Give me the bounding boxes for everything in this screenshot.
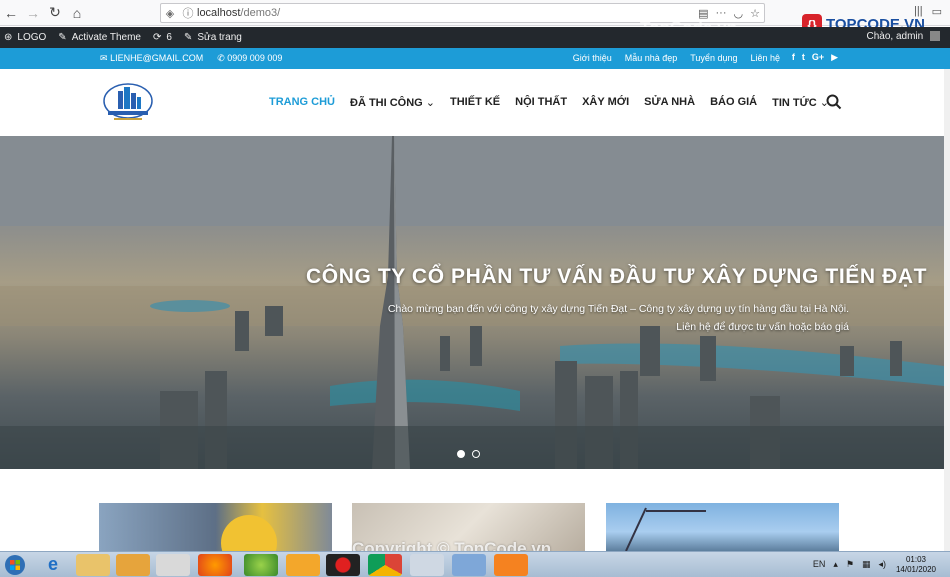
menu-home[interactable]: TRANG CHỦ bbox=[269, 96, 335, 109]
start-button[interactable] bbox=[2, 554, 28, 576]
main-menu: TRANG CHỦ ĐÃ THI CÔNG ⌄ THIẾT KẾ NỘI THẤ… bbox=[269, 96, 829, 109]
card-1-image bbox=[221, 515, 277, 551]
network-icon[interactable]: ▦ bbox=[862, 559, 871, 570]
system-tray: EN ▴ ⚑ ▦ ◂) bbox=[813, 559, 886, 570]
xampp-icon[interactable] bbox=[494, 554, 528, 576]
back-icon[interactable]: ← bbox=[0, 2, 22, 24]
snipping-icon[interactable] bbox=[156, 554, 190, 576]
menu-new-build[interactable]: XÂY MỚI bbox=[582, 96, 629, 109]
slider-dots bbox=[457, 450, 480, 458]
remote-desktop-icon[interactable] bbox=[452, 554, 486, 576]
social-links: f t G+ ▶ bbox=[792, 52, 838, 63]
pencil-icon: ✎ bbox=[183, 32, 193, 43]
ie-icon[interactable]: e bbox=[36, 554, 70, 576]
edit-page-item[interactable]: ✎ Sửa trang bbox=[184, 32, 242, 43]
site-header: TRANG CHỦ ĐÃ THI CÔNG ⌄ THIẾT KẾ NỘI THẤ… bbox=[0, 69, 950, 136]
flag-icon[interactable]: ⚑ bbox=[846, 559, 854, 570]
menu-interior[interactable]: NỘI THẤT bbox=[515, 96, 567, 109]
sublime-icon[interactable] bbox=[286, 554, 320, 576]
phone-icon: ✆ bbox=[217, 53, 225, 63]
brush-icon: ✎ bbox=[58, 32, 67, 43]
url-path: /demo3/ bbox=[240, 7, 281, 19]
menu-pricing[interactable]: BÁO GIÁ bbox=[710, 96, 757, 109]
menu-built[interactable]: ĐÃ THI CÔNG ⌄ bbox=[350, 96, 435, 109]
app-green-icon[interactable] bbox=[244, 554, 278, 576]
activate-theme-label: Activate Theme bbox=[71, 32, 141, 43]
toplink-houses[interactable]: Mẫu nhà đẹp bbox=[625, 53, 678, 63]
updates-count: 6 bbox=[166, 32, 172, 43]
email-link[interactable]: ✉ LIENHE@GMAIL.COM bbox=[100, 53, 203, 64]
shield-icon: ◈ bbox=[165, 7, 175, 20]
taskbar: e EN ▴ ⚑ ▦ ◂) 01:03 14/01/2020 bbox=[0, 551, 950, 577]
activate-theme-item[interactable]: ✎ Activate Theme bbox=[58, 32, 141, 43]
email-text: LIENHE@GMAIL.COM bbox=[110, 53, 204, 63]
wp-logo-item[interactable]: ⊛ LOGO bbox=[4, 32, 46, 43]
slider-dot-1[interactable] bbox=[457, 450, 465, 458]
menu-built-label: ĐÃ THI CÔNG bbox=[350, 97, 423, 109]
forward-icon[interactable]: → bbox=[22, 2, 44, 24]
clock-date: 14/01/2020 bbox=[895, 565, 936, 574]
edit-page-label: Sửa trang bbox=[197, 32, 242, 43]
hero-title: CÔNG TY CỔ PHẦN TƯ VẤN ĐẦU TƯ XÂY DỰNG T… bbox=[306, 265, 928, 288]
wp-admin-bar: ⊛ LOGO ✎ Activate Theme ⟳ 6 ✎ Sửa trang … bbox=[0, 27, 950, 48]
updates-icon: ⟳ bbox=[152, 32, 162, 43]
url-host: localhost bbox=[197, 7, 241, 19]
facebook-icon[interactable]: f bbox=[792, 52, 795, 63]
info-icon: ⓘ bbox=[182, 8, 194, 20]
card-1[interactable] bbox=[99, 503, 332, 551]
menu-news[interactable]: TIN TỨC ⌄ bbox=[772, 96, 829, 109]
wp-account[interactable]: Chào, admin bbox=[867, 31, 940, 42]
avatar bbox=[930, 31, 940, 42]
volume-icon[interactable]: ◂) bbox=[878, 559, 886, 570]
toplink-about[interactable]: Giới thiệu bbox=[573, 53, 612, 63]
youtube-icon[interactable]: ▶ bbox=[831, 52, 838, 63]
card-3[interactable] bbox=[606, 503, 839, 551]
home-icon[interactable]: ⌂ bbox=[66, 2, 88, 24]
menu-renovation[interactable]: SỬA NHÀ bbox=[644, 96, 695, 109]
chrome-icon[interactable] bbox=[368, 554, 402, 576]
hero-subtitle: Chào mừng bạn đến với công ty xây dựng T… bbox=[388, 300, 849, 336]
app-icon[interactable] bbox=[410, 554, 444, 576]
recorder-icon[interactable] bbox=[326, 554, 360, 576]
hero-subtitle-line2: Liên hệ để được tư vấn hoặc báo giá bbox=[676, 321, 849, 333]
clock-time: 01:03 bbox=[905, 555, 926, 564]
site-logo[interactable] bbox=[102, 81, 154, 125]
bookmark-star-icon[interactable]: ☆ bbox=[750, 7, 760, 20]
hero-subtitle-line1: Chào mừng bạn đến với công ty xây dựng T… bbox=[387, 303, 849, 315]
wordpress-icon: ⊛ bbox=[4, 32, 13, 43]
reload-icon[interactable]: ↻ bbox=[44, 2, 66, 24]
menu-design[interactable]: THIẾT KẾ bbox=[450, 96, 500, 109]
wp-logo-label: LOGO bbox=[17, 32, 47, 43]
sidebar-icon[interactable]: ▭ bbox=[932, 5, 942, 18]
tray-arrow-icon[interactable]: ▴ bbox=[833, 559, 838, 570]
slider-dot-2[interactable] bbox=[472, 450, 480, 458]
updates-item[interactable]: ⟳ 6 bbox=[153, 32, 172, 43]
twitter-icon[interactable]: t bbox=[802, 52, 805, 63]
menu-news-label: TIN TỨC bbox=[772, 97, 817, 109]
firefox-icon[interactable] bbox=[198, 554, 232, 576]
scrollbar[interactable] bbox=[944, 69, 950, 551]
googleplus-icon[interactable]: G+ bbox=[812, 52, 824, 63]
media-player-icon[interactable] bbox=[116, 554, 150, 576]
search-icon[interactable] bbox=[826, 94, 842, 110]
greeting: Chào, admin bbox=[866, 31, 924, 42]
phone-text: 0909 009 009 bbox=[227, 53, 283, 63]
language-indicator[interactable]: EN bbox=[813, 559, 826, 570]
clock[interactable]: 01:03 14/01/2020 bbox=[896, 555, 936, 575]
chevron-down-icon: ⌄ bbox=[422, 97, 436, 109]
phone-link[interactable]: ✆ 0909 009 009 bbox=[217, 53, 282, 64]
toplink-careers[interactable]: Tuyển dụng bbox=[690, 53, 737, 63]
explorer-icon[interactable] bbox=[76, 554, 110, 576]
toplink-contact[interactable]: Liên hệ bbox=[750, 53, 780, 63]
card-3-image bbox=[625, 507, 706, 551]
mail-icon: ✉ bbox=[100, 53, 108, 63]
contact-topbar: ✉ LIENHE@GMAIL.COM ✆ 0909 009 009 Giới t… bbox=[0, 48, 950, 69]
hero-slider: CÔNG TY CỔ PHẦN TƯ VẤN ĐẦU TƯ XÂY DỰNG T… bbox=[0, 136, 944, 469]
